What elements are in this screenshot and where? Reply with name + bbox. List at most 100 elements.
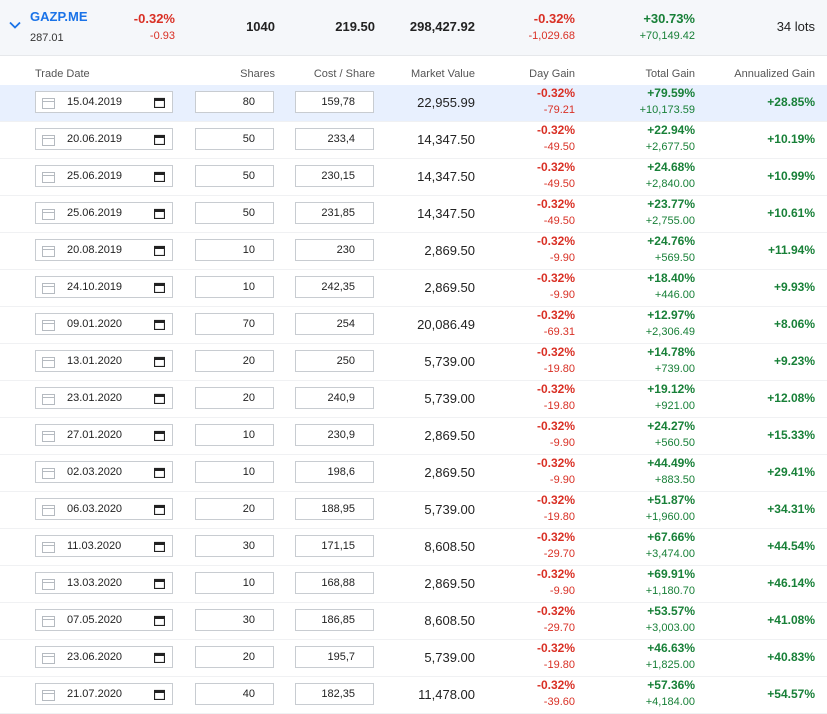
chevron-down-icon[interactable]	[8, 18, 22, 32]
lot-row[interactable]: 09.01.2020 70 254 20,086.49 -0.32% -69.3…	[0, 307, 827, 344]
cost-share-input[interactable]: 230	[295, 239, 374, 261]
shares-input[interactable]: 10	[195, 239, 274, 261]
lot-row[interactable]: 20.06.2019 50 233,4 14,347.50 -0.32% -49…	[0, 122, 827, 159]
calendar-picker-icon[interactable]	[154, 578, 165, 589]
shares-input[interactable]: 30	[195, 535, 274, 557]
shares-input[interactable]: 10	[195, 276, 274, 298]
trade-date-input[interactable]: 23.01.2020	[35, 387, 173, 409]
lot-row[interactable]: 23.06.2020 20 195,7 5,739.00 -0.32% -19.…	[0, 640, 827, 677]
cost-share-input[interactable]: 230,9	[295, 424, 374, 446]
trade-date-input[interactable]: 09.01.2020	[35, 313, 173, 335]
shares-input[interactable]: 40	[195, 683, 274, 705]
trade-date-input[interactable]: 20.06.2019	[35, 128, 173, 150]
shares-input[interactable]: 20	[195, 646, 274, 668]
trade-date-input[interactable]: 07.05.2020	[35, 609, 173, 631]
calendar-picker-icon[interactable]	[154, 356, 165, 367]
cost-share-input[interactable]: 186,85	[295, 609, 374, 631]
lot-row[interactable]: 02.03.2020 10 198,6 2,869.50 -0.32% -9.9…	[0, 455, 827, 492]
cost-share-input[interactable]: 168,88	[295, 572, 374, 594]
cost-share-input[interactable]: 242,35	[295, 276, 374, 298]
calendar-picker-icon[interactable]	[154, 430, 165, 441]
cost-share-input[interactable]: 171,15	[295, 535, 374, 557]
lot-row[interactable]: 27.01.2020 10 230,9 2,869.50 -0.32% -9.9…	[0, 418, 827, 455]
calendar-picker-icon[interactable]	[154, 615, 165, 626]
shares-input[interactable]: 20	[195, 387, 274, 409]
calendar-picker-icon[interactable]	[154, 97, 165, 108]
shares-input[interactable]: 50	[195, 202, 274, 224]
trade-date-input[interactable]: 11.03.2020	[35, 535, 173, 557]
calendar-picker-icon[interactable]	[154, 393, 165, 404]
trade-date-input[interactable]: 13.01.2020	[35, 350, 173, 372]
trade-date-input[interactable]: 20.08.2019	[35, 239, 173, 261]
day-gain-pct: -0.32%	[536, 271, 575, 285]
cost-share-input[interactable]: 233,4	[295, 128, 374, 150]
day-gain-abs: -29.70	[543, 622, 575, 634]
lots-table: 15.04.2019 80 159,78 22,955.99 -0.32% -7…	[0, 85, 827, 714]
lot-row[interactable]: 20.08.2019 10 230 2,869.50 -0.32% -9.90 …	[0, 233, 827, 270]
trade-date-input[interactable]: 21.07.2020	[35, 683, 173, 705]
shares-input[interactable]: 10	[195, 424, 274, 446]
trade-date-input[interactable]: 25.06.2019	[35, 202, 173, 224]
trade-date-input[interactable]: 02.03.2020	[35, 461, 173, 483]
lot-row[interactable]: 06.03.2020 20 188,95 5,739.00 -0.32% -19…	[0, 492, 827, 529]
trade-date-input[interactable]: 27.01.2020	[35, 424, 173, 446]
calendar-picker-icon[interactable]	[154, 245, 165, 256]
lot-row[interactable]: 13.01.2020 20 250 5,739.00 -0.32% -19.80…	[0, 344, 827, 381]
trade-date-input[interactable]: 06.03.2020	[35, 498, 173, 520]
total-gain-pct: +22.94%	[647, 123, 695, 137]
day-gain-abs: -9.90	[549, 289, 575, 301]
calendar-picker-icon[interactable]	[154, 134, 165, 145]
day-gain-pct: -0.32%	[536, 604, 575, 618]
calendar-picker-icon[interactable]	[154, 171, 165, 182]
calendar-picker-icon[interactable]	[154, 689, 165, 700]
calendar-picker-icon[interactable]	[154, 282, 165, 293]
trade-date-value: 25.06.2019	[67, 170, 123, 182]
cost-share-input[interactable]: 182,35	[295, 683, 374, 705]
trade-date-value: 23.06.2020	[67, 651, 123, 663]
lot-row[interactable]: 23.01.2020 20 240,9 5,739.00 -0.32% -19.…	[0, 381, 827, 418]
calendar-picker-icon[interactable]	[154, 319, 165, 330]
trade-date-input[interactable]: 24.10.2019	[35, 276, 173, 298]
total-gain-pct: +24.27%	[647, 419, 695, 433]
shares-input[interactable]: 70	[195, 313, 274, 335]
calendar-picker-icon[interactable]	[154, 541, 165, 552]
lot-row[interactable]: 21.07.2020 40 182,35 11,478.00 -0.32% -3…	[0, 677, 827, 714]
trade-date-input[interactable]: 13.03.2020	[35, 572, 173, 594]
calendar-picker-icon[interactable]	[154, 208, 165, 219]
cost-share-input[interactable]: 230,15	[295, 165, 374, 187]
calendar-picker-icon[interactable]	[154, 504, 165, 515]
trade-date-input[interactable]: 25.06.2019	[35, 165, 173, 187]
cost-share-input[interactable]: 240,9	[295, 387, 374, 409]
shares-input[interactable]: 50	[195, 165, 274, 187]
cost-share-input[interactable]: 159,78	[295, 91, 374, 113]
trade-date-input[interactable]: 15.04.2019	[35, 91, 173, 113]
cost-share-input[interactable]: 250	[295, 350, 374, 372]
cost-share-input[interactable]: 254	[295, 313, 374, 335]
ticker-symbol[interactable]: GAZP.ME	[30, 9, 88, 24]
day-gain-pct: -0.32%	[536, 382, 575, 396]
lot-row[interactable]: 07.05.2020 30 186,85 8,608.50 -0.32% -29…	[0, 603, 827, 640]
shares-input[interactable]: 10	[195, 572, 274, 594]
total-gain-abs: +2,755.00	[645, 215, 695, 227]
shares-input[interactable]: 30	[195, 609, 274, 631]
cost-share-input[interactable]: 188,95	[295, 498, 374, 520]
cost-share-input[interactable]: 231,85	[295, 202, 374, 224]
shares-input[interactable]: 20	[195, 498, 274, 520]
lot-row[interactable]: 11.03.2020 30 171,15 8,608.50 -0.32% -29…	[0, 529, 827, 566]
holding-summary-row[interactable]: GAZP.ME 287.01 -0.32% -0.93 1040 219.50 …	[0, 0, 827, 56]
shares-input[interactable]: 80	[195, 91, 274, 113]
lot-row[interactable]: 13.03.2020 10 168,88 2,869.50 -0.32% -9.…	[0, 566, 827, 603]
lot-row[interactable]: 15.04.2019 80 159,78 22,955.99 -0.32% -7…	[0, 85, 827, 122]
shares-input[interactable]: 10	[195, 461, 274, 483]
calendar-picker-icon[interactable]	[154, 467, 165, 478]
lot-row[interactable]: 24.10.2019 10 242,35 2,869.50 -0.32% -9.…	[0, 270, 827, 307]
cost-share-input[interactable]: 195,7	[295, 646, 374, 668]
lot-row[interactable]: 25.06.2019 50 230,15 14,347.50 -0.32% -4…	[0, 159, 827, 196]
shares-input[interactable]: 20	[195, 350, 274, 372]
trade-date-input[interactable]: 23.06.2020	[35, 646, 173, 668]
calendar-picker-icon[interactable]	[154, 652, 165, 663]
cost-share-input[interactable]: 198,6	[295, 461, 374, 483]
lot-row[interactable]: 25.06.2019 50 231,85 14,347.50 -0.32% -4…	[0, 196, 827, 233]
shares-input[interactable]: 50	[195, 128, 274, 150]
total-gain-abs: +569.50	[654, 252, 695, 264]
